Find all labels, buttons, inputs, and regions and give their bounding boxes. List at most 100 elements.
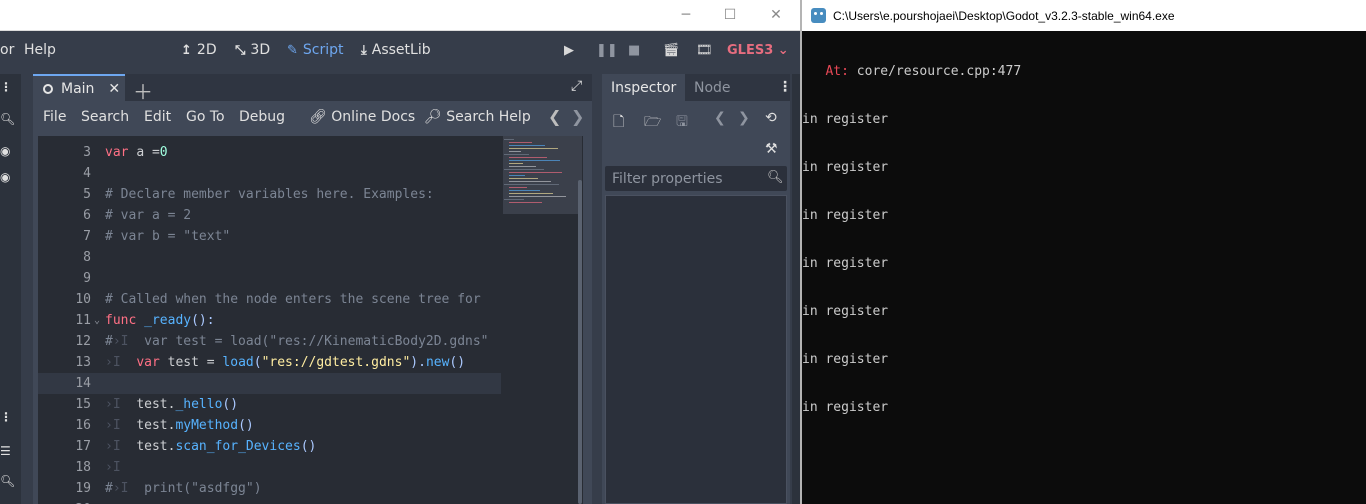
code-text: # var a = 2 xyxy=(105,208,192,223)
minimap-line xyxy=(509,187,527,188)
search-help-button[interactable]: 🔎︎ Search Help xyxy=(424,109,531,125)
add-tab-icon[interactable]: ＋ xyxy=(133,76,153,105)
minimap-line xyxy=(509,190,540,191)
console-line: in register xyxy=(802,304,889,319)
menu-editor[interactable]: or xyxy=(0,42,14,58)
minimap-line xyxy=(504,199,524,200)
minimap-line xyxy=(509,166,536,167)
expand-icon[interactable]: ⤢ xyxy=(571,78,582,94)
console-title: C:\Users\e.pourshojaei\Desktop\Godot_v3.… xyxy=(833,8,1175,23)
dock-menu-icon[interactable]: ⋮ xyxy=(778,79,792,95)
script-menu-goto[interactable]: Go To xyxy=(186,109,225,125)
history-icon[interactable]: ⟲ xyxy=(765,110,777,126)
code-text: #›I print("asdfgg") xyxy=(105,481,262,496)
code-text: ›I xyxy=(105,460,121,475)
play-scene-icon[interactable]: 🎬︎ xyxy=(663,43,680,58)
code-line[interactable]: 14 xyxy=(38,373,501,394)
code-line[interactable]: 19 #›I print("asdfgg") xyxy=(38,478,501,499)
menu-help[interactable]: Help xyxy=(24,42,56,58)
script-menu-search[interactable]: Search xyxy=(81,109,129,125)
visibility-icon[interactable]: ◉ xyxy=(0,170,10,184)
line-number: 8 xyxy=(83,250,91,265)
code-line[interactable]: 7 # var b = "text" xyxy=(38,226,501,247)
search-icon: 🔍︎ xyxy=(767,170,784,185)
workspace-2d-button[interactable]: ↥ 2D xyxy=(181,42,217,58)
minimap-line xyxy=(509,142,532,143)
code-line[interactable]: 10 # Called when the node enters the scen… xyxy=(38,289,501,310)
script-menu-bar: File Search Edit Go To Debug 🔗︎ Online D… xyxy=(33,102,592,132)
search-icon[interactable]: 🔍︎ xyxy=(0,474,15,488)
maximize-button[interactable]: ☐ xyxy=(707,0,753,30)
tab-inspector[interactable]: Inspector xyxy=(602,74,686,101)
code-line[interactable]: 15 ›I test._hello() xyxy=(38,394,501,415)
workspace-3d-label: 3D xyxy=(250,42,271,58)
code-line[interactable]: 17 ›I test.scan_for_Devices() xyxy=(38,436,501,457)
history-back-icon[interactable]: ❮ xyxy=(714,110,726,126)
code-line[interactable]: 18 ›I xyxy=(38,457,501,478)
visibility-icon[interactable]: ◉ xyxy=(0,144,10,158)
code-line[interactable]: 20 xyxy=(38,499,501,504)
dock-menu-icon[interactable]: ⋮ xyxy=(0,410,12,424)
fold-arrow-icon[interactable]: ⌄ xyxy=(94,310,100,331)
code-line[interactable]: 13 ›I var test = load("res://gdtest.gdns"… xyxy=(38,352,501,373)
list-icon[interactable]: ☰ xyxy=(0,444,11,458)
script-forward-icon[interactable]: ❯ xyxy=(571,107,584,126)
code-line[interactable]: 3 var a =0 xyxy=(38,142,501,163)
close-icon[interactable]: ✕ xyxy=(108,81,120,97)
code-editor[interactable]: 3 var a =0 4 5 # Declare member variables he… xyxy=(38,136,583,504)
workspace-assetlib-button[interactable]: ⤓ AssetLib xyxy=(361,42,431,58)
filter-properties-field[interactable]: 🔍︎ xyxy=(605,166,787,191)
workspace-script-button[interactable]: ✎ Script xyxy=(287,42,344,58)
code-scrollbar[interactable] xyxy=(578,180,582,504)
search-icon[interactable]: 🔍︎ xyxy=(0,112,15,126)
open-folder-icon[interactable]: 🗁 xyxy=(644,111,661,135)
minimap-line xyxy=(509,202,542,203)
link-icon: 🔗︎ xyxy=(309,109,327,125)
filter-properties-input[interactable] xyxy=(605,166,765,191)
script-menu-file[interactable]: File xyxy=(43,109,66,125)
workspace-3d-button[interactable]: ⤡ 3D xyxy=(235,42,270,58)
tab-main-scene[interactable]: Main ✕ xyxy=(33,74,125,101)
renderer-selector[interactable]: GLES3 ⌄ xyxy=(727,43,789,58)
code-line[interactable]: 4 xyxy=(38,163,501,184)
script-menu-debug[interactable]: Debug xyxy=(239,109,285,125)
godot-logo-icon xyxy=(811,8,826,23)
play-custom-scene-icon[interactable]: 🎞︎ xyxy=(696,43,713,58)
minimap-line xyxy=(504,184,559,185)
minimize-button[interactable]: ─ xyxy=(663,0,709,30)
doc-search-icon: 🔎︎ xyxy=(424,109,442,125)
play-icon[interactable]: ▶ xyxy=(564,43,574,58)
minimap-line xyxy=(509,145,545,146)
tools-icon[interactable]: ⚒ xyxy=(765,141,778,157)
new-resource-icon[interactable]: 🗋 xyxy=(613,111,624,135)
move-3d-icon: ⤡ xyxy=(235,42,246,58)
code-line[interactable]: 11 ⌄ func _ready(): xyxy=(38,310,501,331)
godot-editor-window: ─ ☐ ✕ or Help ↥ 2D ⤡ 3D ✎ Script ⤓ Asset… xyxy=(0,0,800,504)
script-back-icon[interactable]: ❮ xyxy=(548,107,561,126)
console-line: in register xyxy=(802,352,889,367)
dock-divider[interactable] xyxy=(792,74,800,504)
code-line[interactable]: 6 # var a = 2 xyxy=(38,205,501,226)
stop-icon[interactable]: ■ xyxy=(628,43,640,58)
line-number: 7 xyxy=(83,229,91,244)
close-button[interactable]: ✕ xyxy=(753,0,799,30)
minimap-line xyxy=(504,154,529,155)
code-line[interactable]: 16 ›I test.myMethod() xyxy=(38,415,501,436)
pause-icon[interactable]: ❚❚ xyxy=(596,43,618,58)
line-number: 12 xyxy=(75,334,91,349)
inspector-tab-bar: Inspector Node ⋮ xyxy=(602,74,792,101)
minimap-line xyxy=(504,169,544,170)
code-line[interactable]: 8 xyxy=(38,247,501,268)
save-icon[interactable]: 🖫 xyxy=(676,111,688,135)
online-docs-button[interactable]: 🔗︎ Online Docs xyxy=(309,109,415,125)
console-line: At: core/resource.cpp:477 xyxy=(802,64,1366,80)
line-number: 17 xyxy=(75,439,91,454)
tab-node[interactable]: Node xyxy=(685,74,740,101)
dock-menu-icon[interactable]: ⋮ xyxy=(0,80,12,94)
code-line[interactable]: 12 #›I var test = load("res://KinematicBo… xyxy=(38,331,501,352)
code-line[interactable]: 9 xyxy=(38,268,501,289)
code-line[interactable]: 5 # Declare member variables here. Exampl… xyxy=(38,184,501,205)
code-minimap[interactable] xyxy=(503,136,582,214)
script-menu-edit[interactable]: Edit xyxy=(144,109,171,125)
history-forward-icon[interactable]: ❯ xyxy=(738,110,750,126)
